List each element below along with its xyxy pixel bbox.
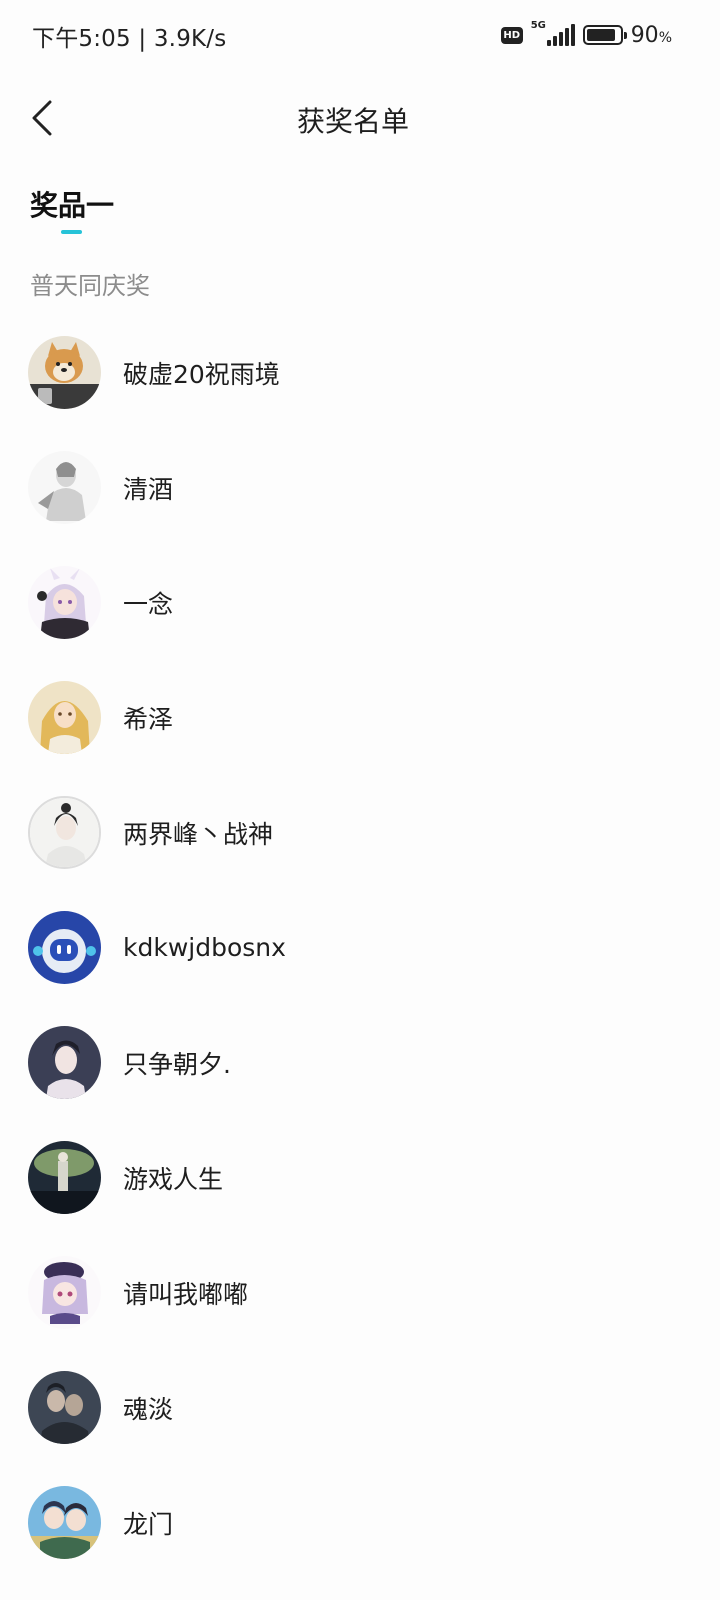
two-characters-avatar[interactable] — [28, 1486, 101, 1559]
dark-couple-avatar[interactable] — [28, 1371, 101, 1444]
winner-row[interactable]: kdkwjdbosnx — [0, 890, 720, 1005]
tab-prize-one[interactable]: 奖品一 — [30, 184, 114, 224]
status-indicators: HD 5G 90% — [500, 20, 672, 50]
network-type: 5G — [530, 20, 546, 31]
winner-row[interactable]: 清酒 — [0, 430, 720, 545]
winner-name: 魂淡 — [123, 1394, 174, 1424]
status-time-speed: 下午5:05 | 3.9K/s — [32, 19, 226, 53]
status-time: 下午5:05 — [32, 26, 131, 52]
winner-list: 破虚20祝雨境 清酒 一念 希泽 两界峰丶战神 kdkwjdbosnx 只争朝夕… — [0, 315, 720, 1580]
shiba-dog-avatar[interactable] — [28, 336, 101, 409]
purple-hat-girl-avatar[interactable] — [28, 1256, 101, 1329]
sketch-character-avatar[interactable] — [28, 451, 101, 524]
status-net-speed: 3.9K/s — [153, 26, 227, 52]
winner-name: 一念 — [123, 589, 174, 619]
battery-fill — [586, 29, 616, 41]
night-scene-avatar[interactable] — [28, 1141, 101, 1214]
ink-character-avatar[interactable] — [28, 796, 101, 869]
winner-row[interactable]: 两界峰丶战神 — [0, 775, 720, 890]
signal-icon: 5G — [530, 20, 575, 48]
status-separator: | — [138, 26, 154, 52]
winner-name: 请叫我嘟嘟 — [123, 1279, 249, 1309]
hd-icon: HD — [500, 26, 523, 44]
page-title: 获奖名单 — [0, 100, 720, 140]
page-title-text: 获奖名单 — [296, 105, 409, 138]
anime-girl-avatar[interactable] — [28, 566, 101, 639]
navigation-header: 获奖名单 — [0, 80, 720, 156]
dark-hair-boy-avatar[interactable] — [28, 1026, 101, 1099]
winner-name: 只争朝夕. — [123, 1049, 231, 1079]
status-bar: 下午5:05 | 3.9K/s HD 5G 90% — [0, 0, 720, 70]
winner-row[interactable]: 一念 — [0, 545, 720, 660]
winner-name: 两界峰丶战神 — [123, 819, 274, 849]
winner-row[interactable]: 只争朝夕. — [0, 1005, 720, 1120]
battery-icon — [582, 25, 627, 45]
award-category-label: 普天同庆奖 — [30, 272, 150, 300]
winner-name: 龙门 — [123, 1509, 174, 1539]
app-screen: 下午5:05 | 3.9K/s HD 5G 90% 获奖名单 奖品一 普天同庆奖… — [0, 0, 720, 1600]
winner-row[interactable]: 希泽 — [0, 660, 720, 775]
winner-name: 破虚20祝雨境 — [123, 359, 280, 389]
robot-avatar[interactable] — [28, 911, 101, 984]
winner-name: 清酒 — [123, 474, 174, 504]
winner-row[interactable]: 游戏人生 — [0, 1120, 720, 1235]
winner-row[interactable]: 破虚20祝雨境 — [0, 315, 720, 430]
blonde-character-avatar[interactable] — [28, 681, 101, 754]
tab-active-indicator — [61, 230, 82, 234]
winner-name: 游戏人生 — [123, 1164, 224, 1194]
winner-name: 希泽 — [123, 704, 174, 734]
winner-name: kdkwjdbosnx — [123, 933, 286, 962]
battery-number: 90 — [630, 22, 659, 48]
winner-row[interactable]: 魂淡 — [0, 1350, 720, 1465]
winner-row[interactable]: 龙门 — [0, 1465, 720, 1580]
battery-unit: % — [658, 29, 672, 46]
winner-row[interactable]: 请叫我嘟嘟 — [0, 1235, 720, 1350]
battery-percentage: 90% — [631, 23, 672, 48]
